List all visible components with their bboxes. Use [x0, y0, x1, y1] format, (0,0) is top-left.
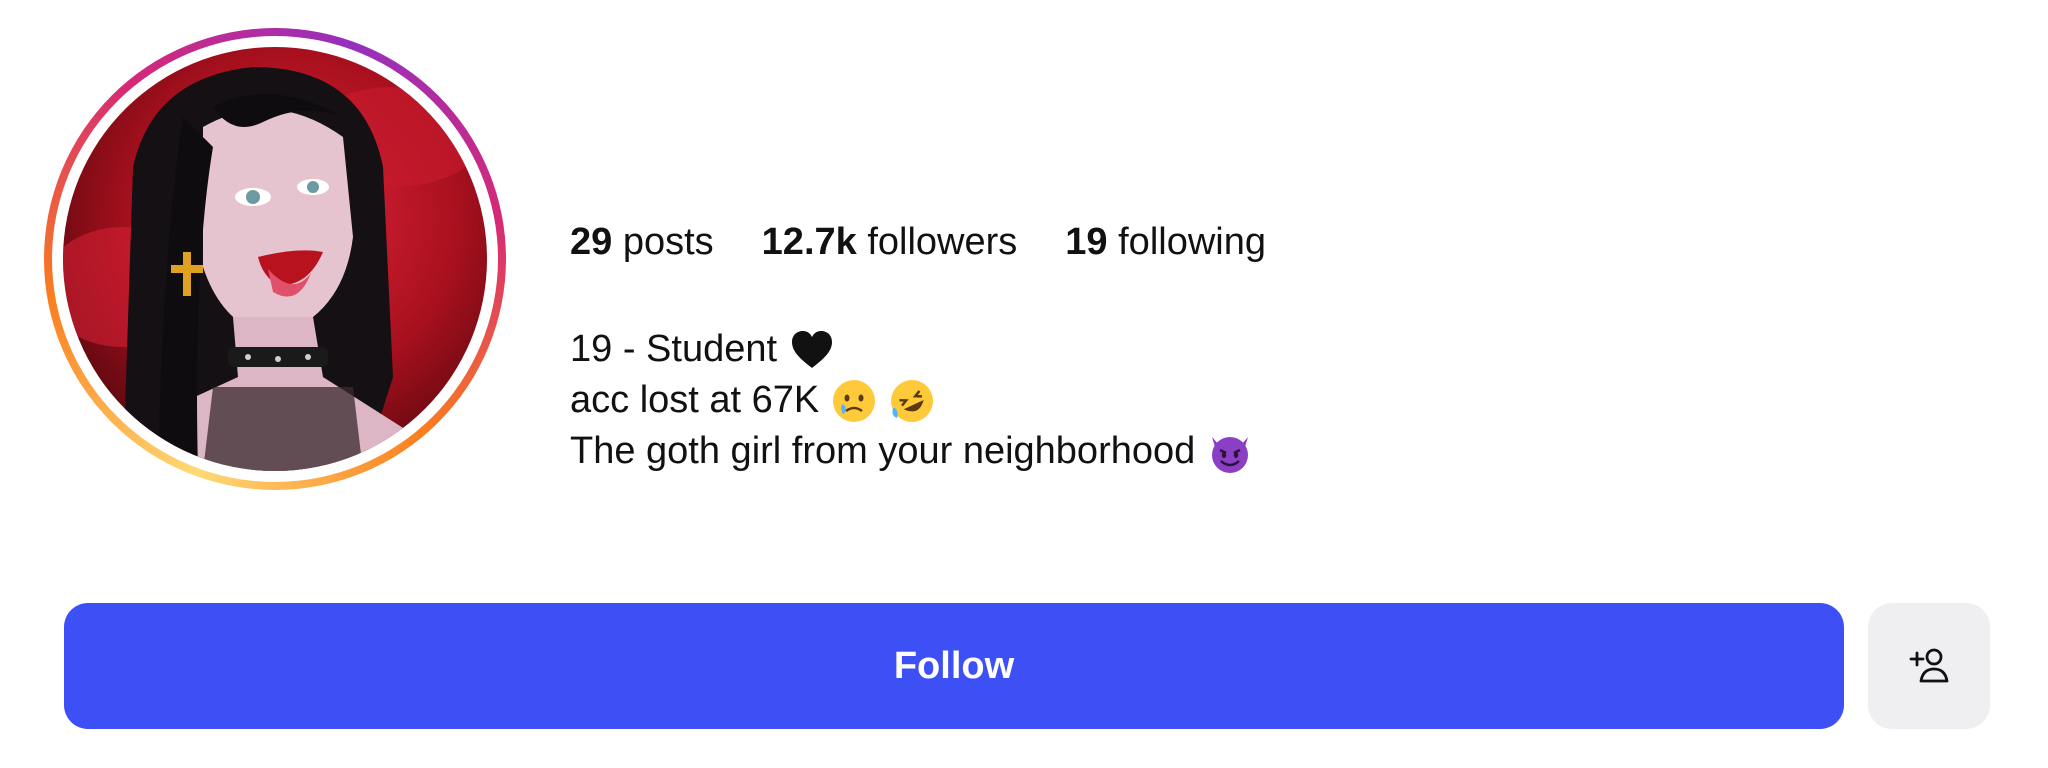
profile-bio: 19 - Student acc lost at 67K The goth gi… — [570, 324, 1253, 477]
bio-line-2: acc lost at 67K — [570, 375, 1253, 426]
followers-count: 12.7k — [761, 221, 857, 263]
story-ring[interactable] — [44, 28, 506, 490]
posts-label: posts — [622, 221, 714, 263]
avatar[interactable] — [63, 47, 487, 471]
rolling-laughing-face-icon — [889, 378, 935, 424]
posts-count: 29 — [570, 221, 613, 263]
profile-stats: 29 posts 12.7k followers 19 following — [570, 218, 1266, 266]
add-user-icon — [1907, 643, 1951, 690]
bio-text-3: The goth girl from your neighborhood — [570, 430, 1196, 472]
smiling-devil-icon — [1207, 429, 1253, 475]
bio-text-2: acc lost at 67K — [570, 379, 820, 421]
avatar-image — [63, 47, 487, 471]
add-user-button[interactable] — [1868, 603, 1990, 729]
following-stat[interactable]: 19 following — [1065, 218, 1266, 266]
bio-line-3: The goth girl from your neighborhood — [570, 426, 1253, 477]
profile-header: 29 posts 12.7k followers 19 following 19… — [0, 0, 2048, 768]
black-heart-icon — [789, 327, 835, 373]
crying-face-icon — [831, 378, 877, 424]
following-label: following — [1118, 221, 1266, 263]
bio-line-1: 19 - Student — [570, 324, 1253, 375]
posts-stat[interactable]: 29 posts — [570, 218, 714, 266]
followers-label: followers — [867, 221, 1018, 263]
following-count: 19 — [1065, 221, 1108, 263]
followers-stat[interactable]: 12.7k followers — [762, 218, 1018, 266]
bio-text-1: 19 - Student — [570, 328, 778, 370]
follow-button[interactable]: Follow — [64, 603, 1844, 729]
